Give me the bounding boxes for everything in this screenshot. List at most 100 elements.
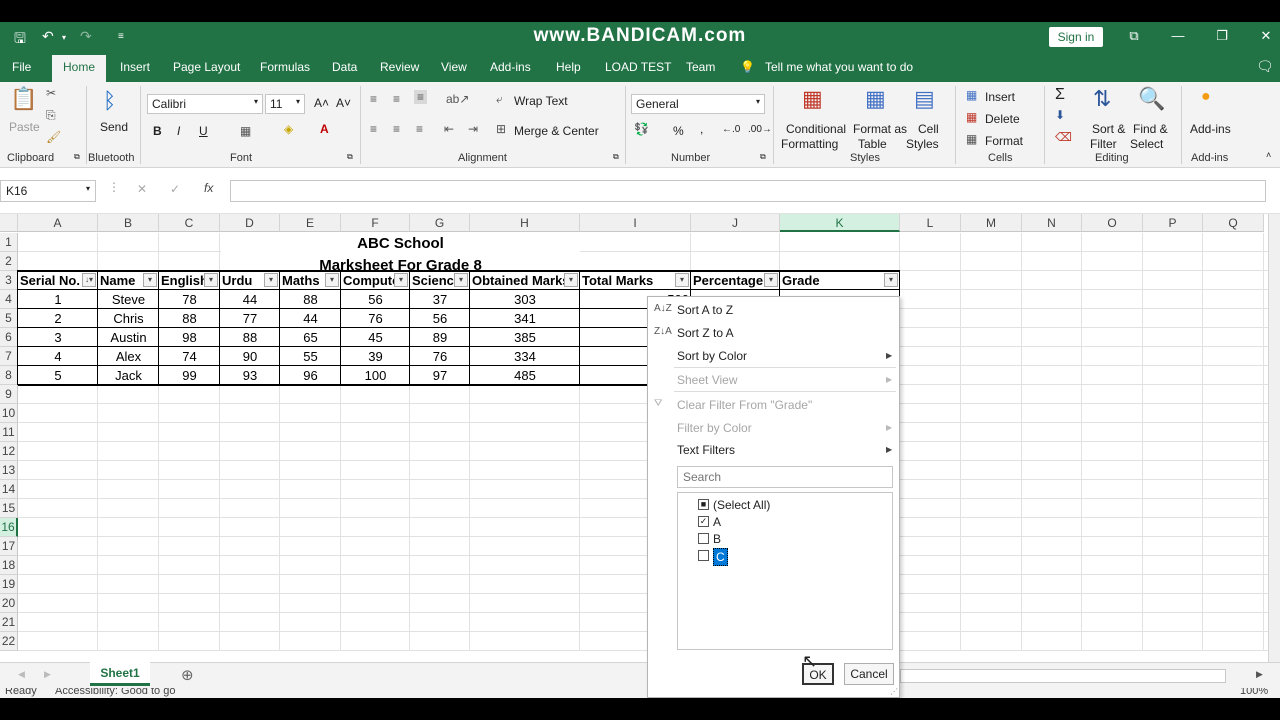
- checkbox-unchecked-icon[interactable]: [698, 533, 709, 544]
- row-header-18[interactable]: 18: [0, 556, 18, 575]
- tab-page-layout[interactable]: Page Layout: [173, 60, 240, 74]
- data-cell[interactable]: 39: [341, 347, 410, 366]
- comma-button[interactable]: ,: [700, 122, 703, 136]
- resize-grip-icon[interactable]: ⋰: [890, 687, 898, 696]
- formula-input[interactable]: [230, 180, 1266, 202]
- data-cell[interactable]: 88: [159, 309, 220, 328]
- restore-icon[interactable]: ❐: [1212, 28, 1232, 44]
- column-header-p[interactable]: P: [1143, 214, 1203, 232]
- data-cell[interactable]: Alex: [98, 347, 159, 366]
- header-cell[interactable]: English: [159, 271, 204, 290]
- number-launcher-icon[interactable]: ⧉: [760, 152, 766, 162]
- row-header-6[interactable]: 6: [0, 328, 18, 347]
- font-name-select[interactable]: Calibri ▾: [147, 94, 263, 114]
- borders-icon[interactable]: ▦: [240, 124, 251, 138]
- data-cell[interactable]: 485: [470, 366, 580, 385]
- cell-styles-button-line2[interactable]: Styles: [906, 137, 939, 151]
- tell-me-search[interactable]: Tell me what you want to do: [765, 60, 913, 74]
- close-icon[interactable]: ✕: [1256, 28, 1276, 44]
- row-header-4[interactable]: 4: [0, 290, 18, 309]
- data-cell[interactable]: 44: [280, 309, 341, 328]
- font-launcher-icon[interactable]: ⧉: [347, 152, 353, 162]
- data-cell[interactable]: 74: [159, 347, 220, 366]
- row-header-1[interactable]: 1: [0, 233, 18, 252]
- data-cell[interactable]: 100: [341, 366, 410, 385]
- data-cell[interactable]: 96: [280, 366, 341, 385]
- percent-button[interactable]: %: [673, 124, 684, 138]
- data-cell[interactable]: 76: [341, 309, 410, 328]
- add-ins-button[interactable]: Add-ins: [1190, 122, 1231, 136]
- column-header-e[interactable]: E: [280, 214, 341, 232]
- font-size-select[interactable]: 11 ▾: [265, 94, 305, 114]
- tab-file[interactable]: File: [12, 60, 31, 74]
- data-cell[interactable]: 76: [410, 347, 470, 366]
- data-cell[interactable]: 97: [410, 366, 470, 385]
- data-cell[interactable]: 56: [410, 309, 470, 328]
- worksheet-grid[interactable]: ABCDEFGHIJKLMNOPQ 1 2 3 4 5 6 7 8 9 10 11 12 13 14 15 1…: [0, 214, 1268, 662]
- header-cell[interactable]: Obtained Marks: [470, 271, 564, 290]
- tab-load-test[interactable]: LOAD TEST: [605, 60, 671, 74]
- row-header-16[interactable]: 16: [0, 518, 18, 537]
- data-cell[interactable]: 88: [280, 290, 341, 309]
- data-cell[interactable]: Austin: [98, 328, 159, 347]
- column-header-i[interactable]: I: [580, 214, 691, 232]
- text-filters[interactable]: Text Filters: [677, 443, 735, 457]
- row-header-8[interactable]: 8: [0, 366, 18, 385]
- row-header-19[interactable]: 19: [0, 575, 18, 594]
- column-header-m[interactable]: M: [961, 214, 1022, 232]
- copy-icon[interactable]: ⎘: [46, 108, 56, 123]
- filter-dropdown-button[interactable]: ▾: [764, 273, 778, 287]
- tab-team[interactable]: Team: [686, 60, 715, 74]
- data-cell[interactable]: 303: [470, 290, 580, 309]
- zoom-level[interactable]: 100%: [1240, 688, 1268, 697]
- header-cell[interactable]: Grade: [780, 271, 884, 290]
- middle-align-icon[interactable]: ≡: [393, 92, 400, 106]
- header-cell[interactable]: Maths: [280, 271, 325, 290]
- orientation-icon[interactable]: ab↗: [446, 92, 469, 106]
- tab-home[interactable]: Home: [52, 55, 107, 82]
- cell-styles-button[interactable]: Cell: [918, 122, 939, 136]
- horizontal-scrollbar[interactable]: [900, 669, 1226, 683]
- sheet-tab-sheet1[interactable]: Sheet1: [90, 662, 150, 686]
- increase-indent-icon[interactable]: ⇥: [468, 122, 478, 136]
- column-header-k[interactable]: K: [780, 214, 900, 232]
- row-header-11[interactable]: 11: [0, 423, 18, 442]
- tab-review[interactable]: Review: [380, 60, 419, 74]
- data-cell[interactable]: 89: [410, 328, 470, 347]
- filter-dropdown-button[interactable]: ▾: [564, 273, 578, 287]
- italic-button[interactable]: I: [177, 124, 180, 138]
- data-cell[interactable]: Chris: [98, 309, 159, 328]
- filter-dropdown-button[interactable]: ↓▾: [82, 273, 96, 287]
- bottom-align-icon[interactable]: ≡: [414, 90, 428, 104]
- data-cell[interactable]: 65: [280, 328, 341, 347]
- column-header-l[interactable]: L: [900, 214, 961, 232]
- data-cell[interactable]: 93: [220, 366, 280, 385]
- data-cell[interactable]: 90: [220, 347, 280, 366]
- merge-center-button[interactable]: Merge & Center: [514, 124, 599, 138]
- insert-function-button[interactable]: fx: [204, 181, 213, 195]
- bold-button[interactable]: B: [153, 124, 162, 138]
- data-cell[interactable]: Steve: [98, 290, 159, 309]
- decrease-indent-icon[interactable]: ⇤: [444, 122, 454, 136]
- column-header-d[interactable]: D: [220, 214, 280, 232]
- cancel-button[interactable]: Cancel: [844, 663, 894, 685]
- data-cell[interactable]: 3: [18, 328, 98, 347]
- row-header-15[interactable]: 15: [0, 499, 18, 518]
- row-header-14[interactable]: 14: [0, 480, 18, 499]
- data-cell[interactable]: 44: [220, 290, 280, 309]
- prev-sheet-icon[interactable]: ◀: [18, 669, 25, 680]
- data-cell[interactable]: 5: [18, 366, 98, 385]
- row-header-9[interactable]: 9: [0, 385, 18, 404]
- alignment-launcher-icon[interactable]: ⧉: [613, 152, 619, 162]
- filter-dropdown-button[interactable]: ▾: [675, 273, 689, 287]
- enter-button[interactable]: ✓: [170, 182, 180, 196]
- sort-filter-button-line2[interactable]: Filter: [1090, 137, 1117, 151]
- filter-dropdown-button[interactable]: ▾: [204, 273, 218, 287]
- tab-add-ins[interactable]: Add-ins: [490, 60, 531, 74]
- format-as-table-button-line2[interactable]: Table: [858, 137, 887, 151]
- tab-formulas[interactable]: Formulas: [260, 60, 310, 74]
- clear-icon[interactable]: ⌫: [1055, 130, 1072, 144]
- header-cell[interactable]: Urdu: [220, 271, 264, 290]
- ribbon-display-icon[interactable]: ⧉: [1124, 28, 1144, 44]
- row-header-17[interactable]: 17: [0, 537, 18, 556]
